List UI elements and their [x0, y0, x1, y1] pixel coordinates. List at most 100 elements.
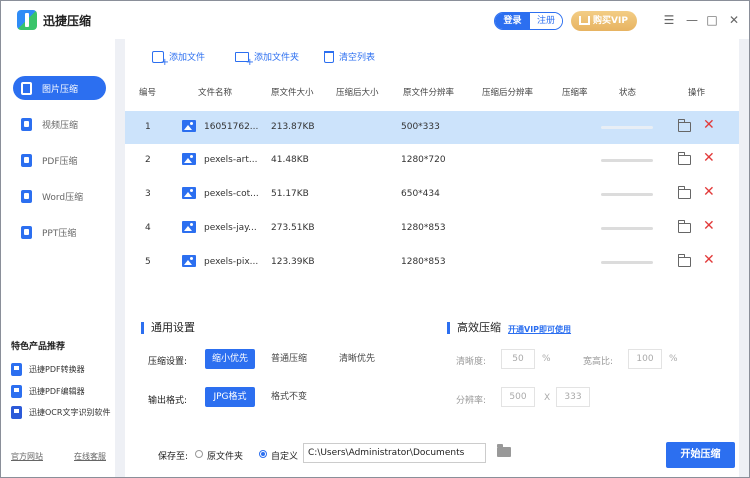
row-no: 5: [145, 257, 151, 267]
orig-folder-label[interactable]: 原文件夹: [207, 449, 243, 462]
toolbar: 添加文件 添加文件夹 清空列表: [125, 39, 739, 75]
main-panel: 添加文件 添加文件夹 清空列表 编号 文件名称 原文件大小 压缩后大小 原文件分…: [115, 39, 749, 477]
sidebar-item-label: Word压缩: [42, 192, 84, 203]
aspect-ratio-input[interactable]: 100: [628, 349, 662, 369]
crown-icon: [579, 16, 590, 25]
open-folder-icon[interactable]: [678, 220, 691, 233]
ppt-icon: [21, 225, 32, 239]
pdf-editor-icon: [11, 385, 22, 398]
table-row[interactable]: 2 pexels-art... 41.48KB 1280*720 ✕: [125, 144, 739, 177]
sidebar-item-ppt[interactable]: PPT压缩: [13, 220, 106, 244]
open-vip-link[interactable]: 开通VIP即可使用: [508, 324, 571, 335]
app-logo-icon: [17, 10, 37, 30]
col-header-name: 文件名称: [198, 88, 233, 98]
custom-radio[interactable]: [259, 450, 267, 458]
row-resolution: 1280*853: [401, 223, 446, 233]
option-jpg[interactable]: JPG格式: [205, 387, 255, 407]
save-path-input[interactable]: C:\Users\Administrator\Documents: [303, 443, 486, 463]
resolution-height-input[interactable]: 333: [556, 387, 590, 407]
menu-icon[interactable]: ☰: [662, 13, 676, 27]
option-smaller-first[interactable]: 缩小优先: [205, 349, 255, 369]
sidebar-item-word[interactable]: Word压缩: [13, 184, 106, 208]
progress-bar: [601, 193, 653, 196]
option-keep-format[interactable]: 格式不变: [271, 387, 307, 407]
aspect-ratio-label: 宽高比:: [583, 357, 614, 367]
title-bar: 迅捷压缩 登录 注册 购买VIP ☰ — □ ✕: [1, 1, 749, 39]
add-file-icon: [152, 50, 169, 68]
delete-icon[interactable]: ✕: [703, 253, 715, 267]
option-clarity-first[interactable]: 清晰优先: [339, 349, 375, 369]
sidebar-item-image[interactable]: 图片压缩: [13, 76, 106, 100]
row-size: 51.17KB: [271, 189, 309, 199]
delete-icon[interactable]: ✕: [703, 185, 715, 199]
advanced-settings-title: 高效压缩: [447, 322, 501, 334]
sidebar-item-label: 图片压缩: [42, 84, 79, 95]
resolution-label: 分辨率:: [456, 396, 487, 406]
start-compress-button[interactable]: 开始压缩: [666, 442, 735, 468]
clarity-input[interactable]: 50: [501, 349, 535, 369]
open-folder-icon[interactable]: [678, 186, 691, 199]
bottom-bar: 保存至: 原文件夹 自定义 C:\Users\Administrator\Doc…: [125, 431, 739, 477]
auth-buttons: 登录 注册: [494, 12, 563, 30]
col-header-ratio: 压缩率: [562, 88, 588, 98]
general-settings-title: 通用设置: [141, 322, 195, 334]
row-no: 4: [145, 223, 151, 233]
sidebar-item-pdf[interactable]: PDF压缩: [13, 148, 106, 172]
image-file-icon: [182, 120, 196, 132]
table-row[interactable]: 3 pexels-cot... 51.17KB 650*434 ✕: [125, 178, 739, 211]
close-icon[interactable]: ✕: [727, 13, 741, 27]
delete-icon[interactable]: ✕: [703, 219, 715, 233]
open-folder-icon[interactable]: [678, 152, 691, 165]
clear-list-label: 清空列表: [339, 53, 376, 63]
row-no: 2: [145, 155, 151, 165]
buy-vip-label: 购买VIP: [593, 16, 628, 26]
buy-vip-button[interactable]: 购买VIP: [571, 11, 637, 31]
online-support-link[interactable]: 在线客服: [74, 451, 106, 462]
sidebar-item-video[interactable]: 视频压缩: [13, 112, 106, 136]
featured-pdf-converter[interactable]: 迅捷PDF转换器: [11, 363, 85, 376]
delete-icon[interactable]: ✕: [703, 118, 715, 132]
settings-panel: 通用设置 高效压缩 开通VIP即可使用 压缩设置: 缩小优先 普通压缩 清晰优先…: [125, 311, 739, 431]
login-button[interactable]: 登录: [495, 13, 530, 29]
row-size: 41.48KB: [271, 155, 309, 165]
minimize-icon[interactable]: —: [685, 13, 699, 27]
compress-setting-label: 压缩设置:: [148, 357, 188, 367]
open-folder-icon[interactable]: [678, 254, 691, 267]
featured-title: 特色产品推荐: [11, 342, 66, 352]
official-website-link[interactable]: 官方网站: [11, 451, 43, 462]
orig-folder-radio[interactable]: [195, 450, 203, 458]
add-folder-button[interactable]: 添加文件夹: [235, 50, 299, 68]
row-name: 16051762...: [204, 122, 259, 132]
add-file-button[interactable]: 添加文件: [152, 50, 205, 68]
row-name: pexels-jay...: [204, 223, 257, 233]
row-size: 123.39KB: [271, 257, 315, 267]
featured-label: 迅捷PDF编辑器: [29, 387, 85, 396]
save-to-label: 保存至:: [158, 452, 189, 462]
row-no: 3: [145, 189, 151, 199]
featured-pdf-editor[interactable]: 迅捷PDF编辑器: [11, 385, 85, 398]
sidebar-item-label: PPT压缩: [42, 228, 77, 239]
custom-label[interactable]: 自定义: [271, 449, 298, 462]
featured-ocr[interactable]: 迅捷OCR文字识别软件: [11, 406, 110, 419]
output-format-label: 输出格式:: [148, 396, 188, 406]
word-icon: [21, 189, 32, 203]
progress-bar: [601, 159, 653, 162]
app-title: 迅捷压缩: [43, 14, 92, 28]
option-normal[interactable]: 普通压缩: [271, 349, 307, 369]
open-folder-icon[interactable]: [678, 119, 691, 132]
image-file-icon: [182, 221, 196, 233]
table-row[interactable]: 1 16051762... 213.87KB 500*333 ✕: [125, 111, 739, 144]
clear-list-button[interactable]: 清空列表: [324, 50, 375, 63]
table-row[interactable]: 5 pexels-pix... 123.39KB 1280*853 ✕: [125, 246, 739, 279]
row-size: 213.87KB: [271, 122, 315, 132]
pdf-converter-icon: [11, 363, 22, 376]
browse-folder-icon[interactable]: [497, 444, 511, 457]
row-resolution: 1280*720: [401, 155, 446, 165]
featured-label: 迅捷OCR文字识别软件: [29, 408, 111, 417]
maximize-icon[interactable]: □: [705, 13, 719, 27]
register-button[interactable]: 注册: [530, 13, 562, 29]
resolution-width-input[interactable]: 500: [501, 387, 535, 407]
progress-bar: [601, 126, 653, 129]
delete-icon[interactable]: ✕: [703, 151, 715, 165]
table-row[interactable]: 4 pexels-jay... 273.51KB 1280*853 ✕: [125, 212, 739, 245]
